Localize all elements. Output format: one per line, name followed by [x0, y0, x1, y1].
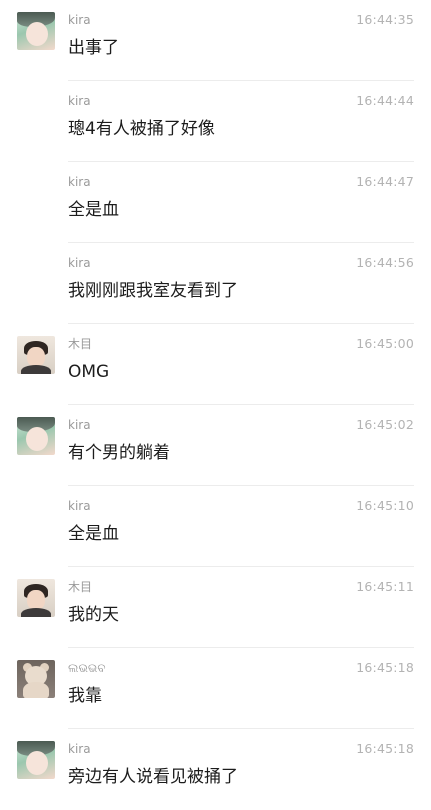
- message-time: 16:45:18: [356, 741, 414, 756]
- message-text[interactable]: 我的天: [68, 603, 119, 627]
- message-text[interactable]: 旁边有人说看见被捅了: [68, 765, 238, 789]
- message-sender: kira: [68, 256, 91, 270]
- message-text[interactable]: 我刚刚跟我室友看到了: [68, 279, 238, 303]
- message-text[interactable]: 全是血: [68, 198, 119, 222]
- message-sender: kira: [68, 175, 91, 189]
- mumu-avatar[interactable]: [17, 579, 55, 617]
- mumu-avatar[interactable]: [17, 336, 55, 374]
- message-sender: kira: [68, 742, 91, 756]
- message-time: 16:44:56: [356, 255, 414, 270]
- message-item[interactable]: 木目 16:45:11 我的天: [0, 567, 431, 648]
- message-text[interactable]: 璁4有人被捅了好像: [68, 117, 215, 141]
- message-time: 16:45:10: [356, 498, 414, 513]
- message-item[interactable]: kira 16:44:56 我刚刚跟我室友看到了: [0, 243, 431, 324]
- message-sender: 木目: [68, 337, 93, 351]
- message-item[interactable]: ଲଭଭବ 16:45:18 我靠: [0, 648, 431, 729]
- message-text[interactable]: 我靠: [68, 684, 102, 708]
- message-sender: kira: [68, 499, 91, 513]
- message-time: 16:45:00: [356, 336, 414, 351]
- message-item[interactable]: kira 16:45:02 有个男的躺着: [0, 405, 431, 486]
- message-text[interactable]: 全是血: [68, 522, 119, 546]
- kira-avatar[interactable]: [17, 417, 55, 455]
- bear-avatar[interactable]: [17, 660, 55, 698]
- message-sender: kira: [68, 418, 91, 432]
- message-time: 16:45:18: [356, 660, 414, 675]
- message-text[interactable]: 出事了: [68, 36, 119, 60]
- message-time: 16:45:02: [356, 417, 414, 432]
- message-time: 16:44:35: [356, 12, 414, 27]
- message-item[interactable]: kira 16:45:18 旁边有人说看见被捅了: [0, 729, 431, 810]
- chat-message-list[interactable]: kira 16:44:35 出事了 kira 16:44:44 璁4有人被捅了好…: [0, 0, 431, 800]
- message-item[interactable]: 木目 16:45:00 OMG: [0, 324, 431, 405]
- message-time: 16:44:47: [356, 174, 414, 189]
- message-sender: 木目: [68, 580, 93, 594]
- kira-avatar[interactable]: [17, 741, 55, 779]
- message-item[interactable]: kira 16:44:44 璁4有人被捅了好像: [0, 81, 431, 162]
- message-text[interactable]: 有个男的躺着: [68, 441, 170, 465]
- message-time: 16:45:11: [356, 579, 414, 594]
- message-text[interactable]: OMG: [68, 360, 109, 384]
- message-time: 16:44:44: [356, 93, 414, 108]
- message-sender: kira: [68, 94, 91, 108]
- message-item[interactable]: kira 16:44:35 出事了: [0, 0, 431, 81]
- message-sender: kira: [68, 13, 91, 27]
- message-sender: ଲଭଭବ: [68, 661, 106, 675]
- message-item[interactable]: kira 16:45:10 全是血: [0, 486, 431, 567]
- message-item[interactable]: kira 16:44:47 全是血: [0, 162, 431, 243]
- kira-avatar[interactable]: [17, 12, 55, 50]
